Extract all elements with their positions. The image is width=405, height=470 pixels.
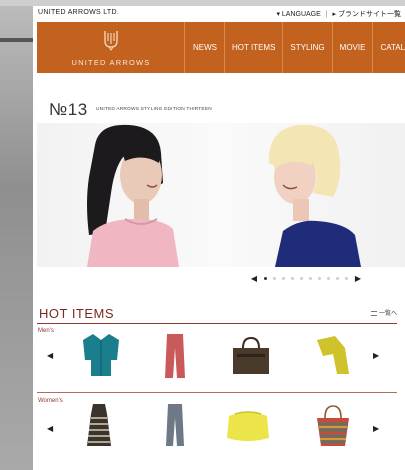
product-striped-dress[interactable] bbox=[85, 402, 113, 448]
carousel-dot[interactable] bbox=[273, 276, 276, 280]
carousel-dot[interactable] bbox=[336, 276, 339, 280]
issue-number: №13 bbox=[49, 100, 88, 119]
carousel-dot[interactable] bbox=[264, 276, 267, 280]
utility-links: ▾ LANGUAGE | ▸ ブランドサイト一覧 bbox=[276, 9, 401, 19]
row-label-womens: Women's bbox=[38, 398, 63, 404]
mens-prev-button[interactable]: ◀ bbox=[47, 351, 53, 360]
logo-wordmark: UNITED ARROWS bbox=[71, 58, 151, 67]
nav-hot-items[interactable]: HOT ITEMS bbox=[225, 22, 284, 73]
carousel-dot[interactable] bbox=[309, 276, 312, 280]
hero-banner[interactable] bbox=[37, 123, 405, 267]
mens-next-button[interactable]: ▶ bbox=[373, 351, 379, 360]
carousel-pager: ◀ ▶ bbox=[247, 273, 365, 283]
carousel-prev-button[interactable]: ◀ bbox=[247, 274, 261, 283]
nav-movie[interactable]: MOVIE bbox=[333, 22, 374, 73]
hero-photo bbox=[87, 124, 361, 267]
product-yellow-scarf[interactable] bbox=[313, 334, 351, 376]
carousel-dot[interactable] bbox=[282, 276, 285, 280]
carousel-dot[interactable] bbox=[345, 276, 348, 280]
hot-items-divider bbox=[37, 323, 397, 324]
product-teal-cardigan[interactable] bbox=[81, 332, 121, 378]
browser-viewport: UNITED ARROWS LTD. ▾ LANGUAGE | ▸ ブランドサイ… bbox=[33, 6, 405, 470]
row-label-mens: Men's bbox=[38, 328, 54, 334]
hot-items-list-label: 一覧へ bbox=[378, 311, 397, 317]
womens-prev-button[interactable]: ◀ bbox=[47, 424, 53, 433]
product-yellow-clutch[interactable] bbox=[225, 408, 271, 444]
background-blur bbox=[0, 0, 36, 470]
carousel-dot[interactable] bbox=[300, 276, 303, 280]
background-bar bbox=[0, 38, 34, 42]
womens-next-button[interactable]: ▶ bbox=[373, 424, 379, 433]
nav-news[interactable]: NEWS bbox=[186, 22, 225, 73]
hot-items-title: HOT ITEMS bbox=[39, 306, 115, 321]
brand-sites-link[interactable]: ▸ ブランドサイト一覧 bbox=[333, 11, 401, 18]
arrow-crest-icon bbox=[104, 31, 118, 51]
product-red-trousers[interactable] bbox=[161, 332, 189, 380]
carousel-dot[interactable] bbox=[318, 276, 321, 280]
issue-subtitle: UNITED ARROWS STYLING EDITION THIRTEEN bbox=[96, 107, 212, 112]
product-woven-basket-bag[interactable] bbox=[313, 404, 353, 448]
site-logo[interactable]: UNITED ARROWS bbox=[37, 22, 185, 73]
product-grey-trousers[interactable] bbox=[163, 402, 187, 448]
utility-divider: | bbox=[325, 11, 328, 18]
language-selector[interactable]: ▾ LANGUAGE bbox=[276, 11, 320, 18]
carousel-next-button[interactable]: ▶ bbox=[351, 274, 365, 283]
nav-styling[interactable]: STYLING bbox=[283, 22, 333, 73]
nav-catalog[interactable]: CATALO bbox=[373, 22, 405, 73]
hot-items-list-link[interactable]: 一覧へ bbox=[370, 308, 397, 317]
main-nav: NEWS HOT ITEMS STYLING MOVIE CATALO bbox=[186, 22, 405, 73]
carousel-dot[interactable] bbox=[327, 276, 330, 280]
product-brown-tote-bag[interactable] bbox=[231, 336, 271, 376]
list-icon bbox=[370, 310, 377, 316]
row-divider bbox=[37, 392, 397, 393]
corporate-link[interactable]: UNITED ARROWS LTD. bbox=[38, 9, 119, 16]
utility-bar: UNITED ARROWS LTD. ▾ LANGUAGE | ▸ ブランドサイ… bbox=[33, 6, 405, 20]
carousel-dot[interactable] bbox=[291, 276, 294, 280]
site-header: UNITED ARROWS NEWS HOT ITEMS STYLING MOV… bbox=[37, 22, 405, 73]
